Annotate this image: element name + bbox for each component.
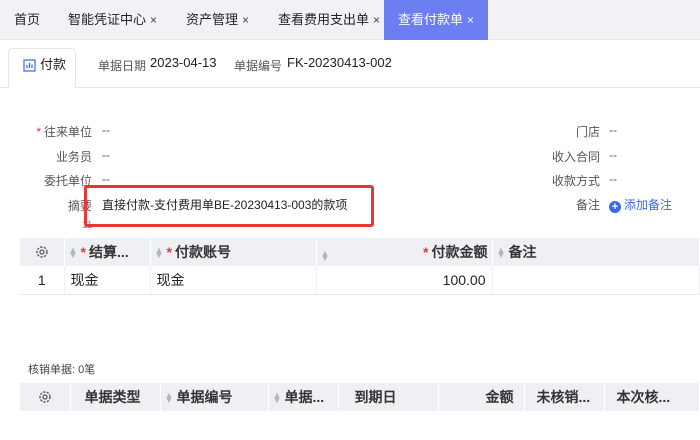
tab-view-expense-bill[interactable]: 查看费用支出单 × [278,0,380,40]
required-mark: * [423,244,429,260]
col-remark[interactable]: ▲ ▼ 备注 [492,238,700,266]
contract-value[interactable]: -- [609,148,617,162]
col-doc-number[interactable]: ▲ ▼ 单据编号 [160,383,269,411]
tab-label: 资产管理 [186,12,239,27]
col-doc-type[interactable]: 单据类型 [70,383,161,411]
tab-label: 首页 [14,12,41,27]
close-icon[interactable]: × [373,13,380,27]
doc-type-label: 付款 [40,57,67,72]
tab-view-payment-bill[interactable]: 查看付款单 × [384,0,488,40]
sort-icon[interactable]: ▲ ▼ [69,246,78,260]
writeoff-table: 单据类型 ▲ ▼ 单据编号 ▲ ▼ 单据... 到期日 金额 未核销... 本次核... [20,383,700,411]
top-tab-bar: 首页 智能凭证中心 × 资产管理 × 查看费用支出单 × 查看付款单 × [0,0,700,40]
col-due-date[interactable]: 到期日 [338,383,439,411]
agent-label: 委托单位 [43,174,92,188]
paymethod-label: 收款方式 [551,174,600,188]
row-index: 1 [20,266,65,295]
sort-icon[interactable]: ▲ ▼ [497,246,506,260]
tab-home[interactable]: 首页 [14,0,40,40]
plus-circle-icon: + [609,201,621,213]
payment-doc-icon [23,59,36,72]
sort-icon[interactable]: ▲ ▼ [273,391,282,405]
table-header-row: ▲ ▼ * 结算... ▲ ▼ * 付款账号 ▲ ▼ * 付款金额 ▲ ▼ 备注 [20,238,700,266]
column-settings[interactable] [20,383,71,411]
account-cell[interactable]: 现金 [150,266,317,295]
tab-smart-voucher-center[interactable]: 智能凭证中心 × [68,0,157,40]
salesman-value[interactable]: -- [102,148,110,162]
required-mark: * [166,244,172,260]
col-settlement[interactable]: ▲ ▼ * 结算... [64,238,151,266]
sort-icon[interactable]: ▲ ▼ [155,246,164,260]
payment-table: ▲ ▼ * 结算... ▲ ▼ * 付款账号 ▲ ▼ * 付款金额 ▲ ▼ 备注 1 现金 现金 10… [20,238,700,295]
agent-value[interactable]: -- [102,172,110,186]
col-account[interactable]: ▲ ▼ * 付款账号 [150,238,317,266]
tab-label: 查看费用支出单 [278,12,370,27]
highlight-box [84,185,374,227]
date-label: 单据日期 [98,59,147,73]
tab-label: 查看付款单 [397,12,463,27]
sort-icon[interactable]: ▲ ▼ [321,249,330,263]
number-label: 单据编号 [234,59,283,73]
memo-label: 摘要 [67,199,92,213]
sort-icon[interactable]: ▲ ▼ [165,391,174,405]
remark-label: 备注 [575,198,600,212]
number-value: FK-20230413-002 [287,55,392,70]
gear-icon[interactable] [38,390,52,404]
required-mark: * [36,125,41,139]
tab-label: 智能凭证中心 [68,12,147,27]
store-label: 门店 [575,125,600,139]
amount-cell[interactable]: 100.00 [316,266,493,295]
document-header: 付款 单据日期 2023-04-13 单据编号 FK-20230413-002 [0,40,700,88]
close-icon[interactable]: × [150,13,157,27]
close-icon[interactable]: × [242,13,249,27]
paymethod-value[interactable]: -- [609,172,617,186]
store-value[interactable]: -- [609,123,617,137]
partner-label: * 往来单位 [36,125,92,139]
col-amount[interactable]: ▲ ▼ * 付款金额 [316,238,493,266]
writeoff-count: 核销单据: 0笔 [28,364,96,376]
col-unverified[interactable]: 未核销... [524,383,605,411]
col-this-verify[interactable]: 本次核... [604,383,700,411]
table-header-row: 单据类型 ▲ ▼ 单据编号 ▲ ▼ 单据... 到期日 金额 未核销... 本次核... [20,383,700,411]
required-mark: * [80,244,86,260]
doc-type-tab[interactable]: 付款 [8,48,76,88]
contract-label: 收入合同 [551,150,600,164]
close-icon[interactable]: × [467,13,474,27]
gear-icon[interactable] [35,245,49,259]
col-amount[interactable]: 金额 [438,383,525,411]
partner-value[interactable]: -- [102,123,110,137]
table-row[interactable]: 1 现金 现金 100.00 [20,266,700,295]
remark-cell[interactable] [492,266,700,295]
date-value: 2023-04-13 [150,55,217,70]
column-settings[interactable] [20,238,65,266]
col-doc-date[interactable]: ▲ ▼ 单据... [268,383,339,411]
add-remark-link[interactable]: + 添加备注 [609,196,672,213]
tab-asset-management[interactable]: 资产管理 × [186,0,249,40]
settlement-cell[interactable]: 现金 [64,266,151,295]
salesman-label: 业务员 [55,150,92,164]
